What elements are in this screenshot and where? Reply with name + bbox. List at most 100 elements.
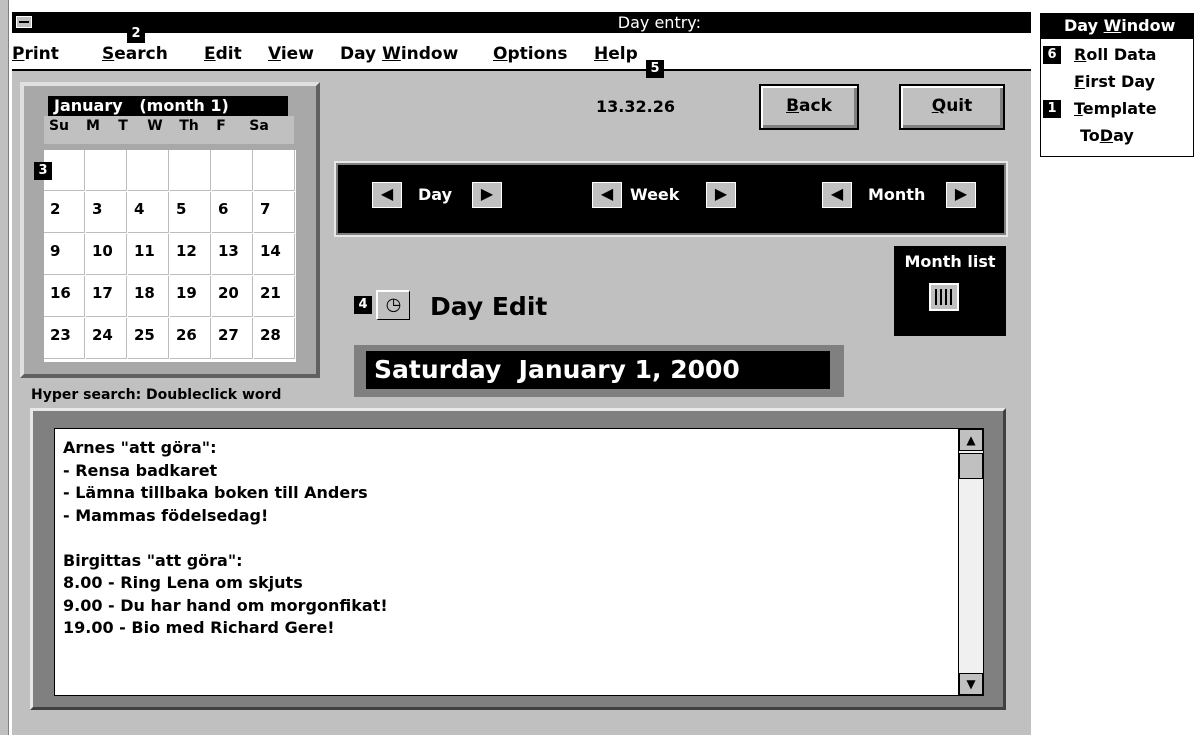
back-button-label: ack <box>799 96 832 116</box>
popup-item-template-mnemonic: T <box>1074 99 1083 118</box>
calendar-day-cell[interactable]: 28 <box>254 318 295 359</box>
notes-line: - Lämna tillbaka boken till Anders <box>63 483 368 502</box>
scroll-up-arrow-icon[interactable]: ▲ <box>959 429 983 451</box>
notes-line: Arnes "att göra": <box>63 438 217 457</box>
menu-help-mnemonic: H <box>594 44 609 64</box>
menu-edit[interactable]: Edit <box>204 44 242 64</box>
next-day-arrow-icon[interactable]: ▶ <box>472 182 502 208</box>
popup-item-roll-data-label: oll Data <box>1086 45 1157 64</box>
calendar-day-cell[interactable]: 13 <box>212 234 253 275</box>
notes-line: 8.00 - Ring Lena om skjuts <box>63 573 303 592</box>
popup-item-template[interactable]: Template <box>1074 99 1157 118</box>
notes-line: Birgittas "att göra": <box>63 550 243 570</box>
menu-search-mnemonic: S <box>102 44 115 64</box>
menu-bar: Print Search Edit View Day Window Option… <box>12 33 1031 71</box>
calendar-day-cell[interactable]: 10 <box>86 234 127 275</box>
scroll-down-arrow-icon[interactable]: ▼ <box>959 673 983 695</box>
menu-search[interactable]: Search <box>102 44 168 64</box>
calendar-day-cell[interactable]: 27 <box>212 318 253 359</box>
month-list-label: Month list <box>904 252 996 271</box>
nav-day-label: Day <box>418 185 453 204</box>
popup-title-mnemonic: W <box>1103 16 1122 35</box>
notes-textarea[interactable]: Arnes "att göra": - Rensa badkaret - Lämna… <box>54 428 958 696</box>
calendar-day-cell[interactable]: 4 <box>128 192 169 233</box>
menu-print-label: rint <box>24 44 59 64</box>
popup-title-prefix: Day <box>1064 16 1104 35</box>
callout-badge-4: 4 <box>354 296 372 314</box>
scroll-thumb[interactable] <box>959 453 983 479</box>
menu-day-window-prefix: Day <box>340 44 383 64</box>
month-calendar-icon[interactable] <box>929 283 959 311</box>
calendar-day-cell[interactable]: 17 <box>86 276 127 317</box>
calendar-day-cell[interactable]: 5 <box>170 192 211 233</box>
calendar-day-cell[interactable]: 9 <box>44 234 85 275</box>
menu-help[interactable]: Help <box>594 44 638 64</box>
quit-button[interactable]: Quit <box>899 84 1005 130</box>
popup-item-first-day-label: irst Day <box>1084 72 1156 91</box>
calendar-day-cell[interactable]: 3 <box>86 192 127 233</box>
popup-item-first-day[interactable]: First Day <box>1074 72 1155 91</box>
calendar-day-cell[interactable] <box>170 150 211 191</box>
nav-month-label: Month <box>868 185 926 204</box>
quit-button-mnemonic: Q <box>931 96 947 116</box>
notes-line: - Rensa badkaret <box>63 460 218 480</box>
calendar-day-cell[interactable]: 2 <box>44 192 85 233</box>
calendar-day-cell[interactable]: 23 <box>44 318 85 359</box>
callout-badge-6: 6 <box>1043 46 1061 64</box>
calendar-day-cell[interactable]: 14 <box>254 234 295 275</box>
popup-item-today[interactable]: ToDay <box>1080 126 1134 145</box>
next-month-arrow-icon[interactable]: ▶ <box>946 182 976 208</box>
calendar-day-cell[interactable]: 16 <box>44 276 85 317</box>
menu-print[interactable]: Print <box>12 44 59 64</box>
notes-line: 19.00 - Bio med Richard Gere! <box>63 618 335 637</box>
quit-button-label: uit <box>946 96 973 116</box>
back-button[interactable]: Back <box>759 84 859 130</box>
calendar-day-cell[interactable]: 11 <box>128 234 169 275</box>
calendar-day-cell[interactable] <box>86 150 127 191</box>
calendar-day-cell[interactable]: 7 <box>254 192 295 233</box>
menu-day-window[interactable]: Day Window <box>340 44 458 64</box>
callout-badge-5: 5 <box>646 60 664 78</box>
menu-options[interactable]: Options <box>493 44 567 64</box>
prev-day-arrow-icon[interactable]: ◀ <box>372 182 402 208</box>
menu-help-label: elp <box>608 44 638 64</box>
notes-line: 9.00 - Du har hand om morgonfikat! <box>63 595 388 615</box>
clock-icon[interactable]: ◷ <box>376 290 410 320</box>
popup-title-rest: indow <box>1121 16 1176 35</box>
calendar-day-cell[interactable]: 25 <box>128 318 169 359</box>
calendar-day-cell[interactable] <box>212 150 253 191</box>
nav-week-label: Week <box>630 185 680 204</box>
calendar-day-cell[interactable]: 6 <box>212 192 253 233</box>
day-header-f: F <box>216 118 226 134</box>
calendar-day-cell[interactable]: 20 <box>212 276 253 317</box>
calendar-day-cell[interactable]: 19 <box>170 276 211 317</box>
menu-view[interactable]: View <box>268 44 314 64</box>
calendar-day-cell[interactable] <box>254 150 295 191</box>
calendar-day-cell[interactable]: 21 <box>254 276 295 317</box>
calendar-day-cell[interactable]: 24 <box>86 318 127 359</box>
prev-week-arrow-icon[interactable]: ◀ <box>592 182 622 208</box>
popup-item-today-label: ay <box>1113 126 1134 145</box>
calendar-day-cell[interactable]: 18 <box>128 276 169 317</box>
menu-view-label: iew <box>280 44 314 64</box>
callout-badge-3: 3 <box>34 162 52 180</box>
calendar-day-cell[interactable] <box>128 150 169 191</box>
menu-options-label: ptions <box>507 44 568 64</box>
back-button-mnemonic: B <box>786 96 800 116</box>
calendar-day-cell[interactable]: 12 <box>170 234 211 275</box>
notes-line <box>63 527 958 550</box>
clock-readout: 13.32.26 <box>596 97 675 116</box>
callout-badge-2: 2 <box>127 25 145 43</box>
notes-line: - Mammas födelsedag! <box>63 505 269 525</box>
day-edit-title: Day Edit <box>430 292 548 321</box>
menu-day-window-label: indow <box>400 44 459 64</box>
popup-item-roll-data[interactable]: Roll Data <box>1074 45 1156 64</box>
popup-item-today-prefix: To <box>1080 126 1100 145</box>
menu-print-mnemonic: P <box>12 44 25 64</box>
calendar-day-cell[interactable]: 26 <box>170 318 211 359</box>
notes-scrollbar[interactable]: ▲ ▼ <box>958 428 984 696</box>
next-week-arrow-icon[interactable]: ▶ <box>706 182 736 208</box>
menu-view-mnemonic: V <box>268 44 281 64</box>
popup-item-today-mnemonic: D <box>1099 126 1114 145</box>
prev-month-arrow-icon[interactable]: ◀ <box>822 182 852 208</box>
